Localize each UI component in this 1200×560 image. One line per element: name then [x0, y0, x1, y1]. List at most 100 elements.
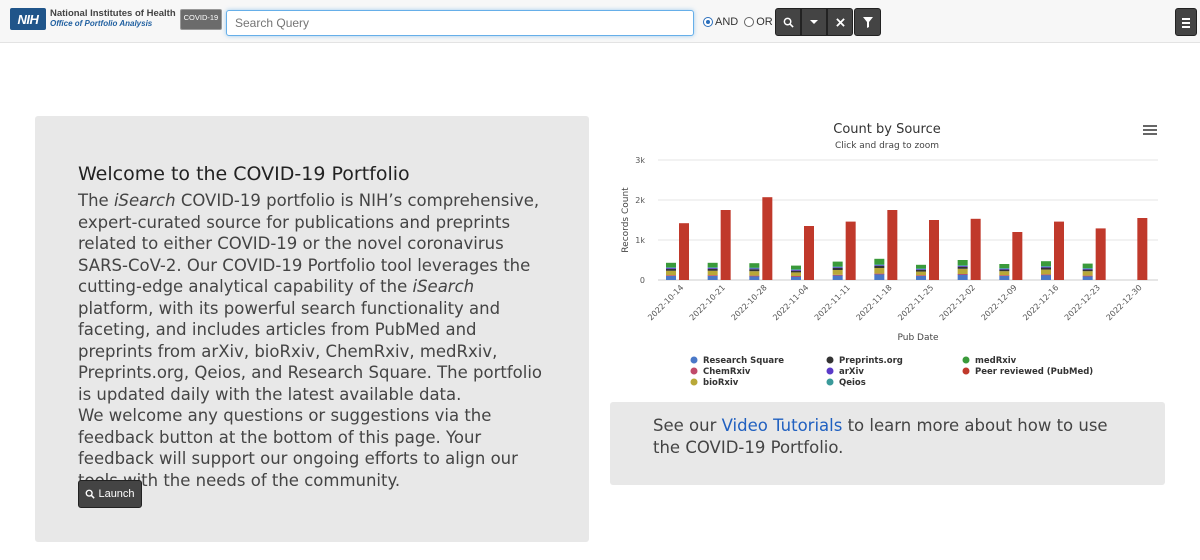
bar-arxiv [791, 270, 801, 271]
bar-preprints-org [707, 268, 718, 271]
bar-medrxiv [1082, 263, 1093, 268]
isearch-term: iSearch [113, 191, 176, 210]
bar-arxiv [957, 266, 968, 267]
x-tick-label: 2022-11-11 [813, 283, 852, 322]
filter-button[interactable] [854, 8, 881, 36]
bar-biorxiv [874, 268, 885, 274]
bar-qeios [666, 267, 676, 268]
x-tick-label: 2022-11-25 [896, 283, 935, 322]
bar-qeios [791, 269, 801, 270]
bar-preprints-org [1082, 269, 1093, 272]
dropdown-button[interactable] [801, 8, 827, 36]
legend-marker [826, 378, 834, 386]
hamburger-icon-bar [1182, 22, 1190, 24]
legend-marker [690, 378, 698, 386]
bar-qeios [1082, 268, 1093, 269]
tutorial-text-a: See our [653, 416, 722, 435]
feedback-paragraph: We welcome any questions or suggestions … [78, 406, 518, 490]
bar-peer-reviewed [1137, 218, 1148, 280]
top-navbar: NIH National Institutes of Health Office… [0, 0, 1200, 43]
bar-peer-reviewed [1095, 228, 1106, 280]
radio-or[interactable] [744, 17, 755, 27]
bar-research-square [791, 276, 801, 280]
bar-chemrxiv [874, 273, 885, 275]
desc-part-a: The [78, 191, 114, 210]
bar-qeios [707, 267, 718, 268]
launch-button[interactable]: Launch [78, 480, 142, 508]
bar-chemrxiv [916, 275, 926, 276]
bar-preprints-org [999, 269, 1010, 272]
bar-biorxiv [1082, 271, 1093, 276]
operator-radio-group: AND OR [703, 16, 779, 28]
bar-peer-reviewed [762, 197, 773, 280]
legend-marker [962, 356, 970, 364]
bar-qeios [999, 268, 1010, 269]
bar-preprints-org [749, 269, 760, 272]
filter-icon [862, 16, 873, 28]
bar-qeios [874, 264, 885, 266]
chart-menu-bar [1143, 125, 1157, 127]
legend-marker [690, 356, 698, 364]
legend-label: ChemRxiv [703, 367, 751, 377]
bar-research-square [832, 275, 843, 280]
bar-biorxiv [916, 271, 926, 276]
bar-biorxiv [749, 271, 760, 276]
caret-down-icon [810, 20, 818, 24]
close-icon [835, 17, 845, 27]
count-by-source-chart[interactable]: Count by Source Click and drag to zoom 0 1k… [612, 116, 1172, 396]
bar-qeios [916, 268, 926, 270]
bar-research-square [1082, 276, 1093, 280]
bar-preprints-org [1041, 267, 1051, 270]
legend-label: Preprints.org [839, 356, 903, 366]
bar-arxiv [1082, 268, 1093, 270]
chart-menu-bar [1143, 129, 1157, 131]
radio-and-label[interactable]: AND [715, 16, 738, 28]
bar-peer-reviewed [804, 226, 814, 280]
bar-research-square [999, 275, 1010, 280]
bar-qeios [832, 266, 843, 268]
bar-medrxiv [707, 262, 718, 268]
chart-title: Count by Source [833, 122, 940, 137]
bar-chemrxiv [957, 274, 968, 275]
bar-medrxiv [916, 264, 926, 269]
launch-label: Launch [98, 488, 135, 500]
bar-preprints-org [832, 268, 843, 270]
chart-subtitle: Click and drag to zoom [835, 141, 939, 151]
legend-label: medRxiv [975, 356, 1017, 366]
bar-peer-reviewed [1012, 232, 1023, 280]
main-menu-button[interactable] [1175, 8, 1197, 36]
bar-peer-reviewed [720, 210, 731, 280]
chart-svg[interactable]: Count by Source Click and drag to zoom 0 1k… [612, 116, 1172, 396]
legend-label: Research Square [703, 356, 784, 366]
search-button-group [775, 8, 853, 36]
bar-preprints-org [916, 270, 926, 272]
radio-and[interactable] [703, 17, 713, 27]
search-button[interactable] [775, 8, 801, 36]
bar-chemrxiv [791, 276, 801, 277]
y-tick-label: 1k [635, 236, 645, 245]
nih-logo-mark: NIH [10, 8, 46, 30]
x-tick-label: 2022-11-18 [855, 283, 894, 322]
bar-research-square [874, 274, 885, 280]
bar-chemrxiv [707, 275, 718, 276]
x-axis-label: Pub Date [897, 333, 939, 343]
bar-medrxiv [791, 265, 801, 270]
x-tick-label: 2022-12-02 [938, 283, 977, 322]
bar-preprints-org [791, 270, 801, 273]
y-tick-label: 0 [640, 276, 645, 285]
chart-menu-icon[interactable] [1143, 125, 1157, 137]
x-tick-label: 2022-10-14 [646, 283, 685, 322]
legend-marker [826, 367, 834, 375]
clear-button[interactable] [827, 8, 853, 36]
y-tick-label: 3k [635, 156, 645, 165]
nih-logo[interactable]: NIH National Institutes of Health Office… [10, 8, 223, 30]
bar-peer-reviewed [970, 218, 981, 280]
welcome-description: The iSearch COVID-19 portfolio is NIH’s … [78, 190, 548, 405]
search-input[interactable] [226, 10, 694, 36]
bar-biorxiv [666, 270, 676, 276]
video-tutorials-link[interactable]: Video Tutorials [722, 416, 843, 435]
radio-or-label[interactable]: OR [756, 16, 773, 28]
bar-chemrxiv [1082, 275, 1093, 277]
bar-peer-reviewed [845, 221, 856, 280]
nih-logo-text: National Institutes of Health Office of … [50, 9, 176, 29]
